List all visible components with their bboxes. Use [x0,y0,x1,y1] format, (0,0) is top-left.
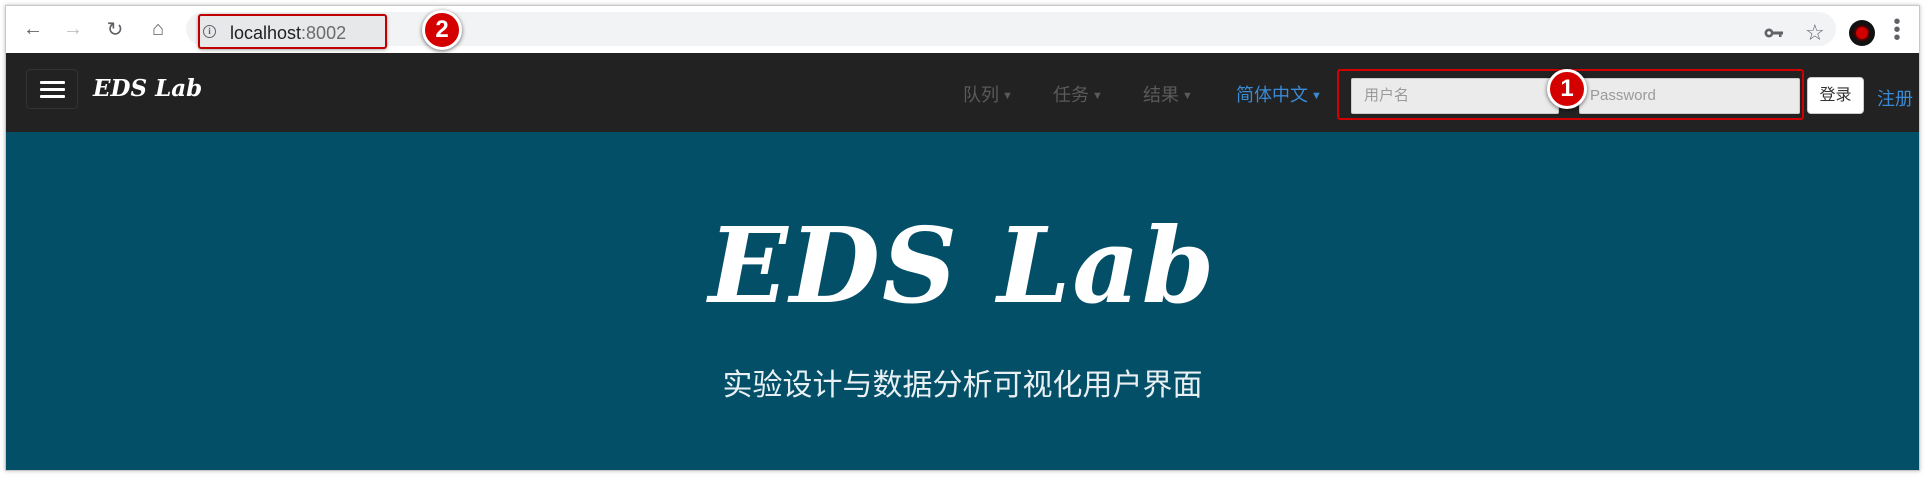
info-icon[interactable]: i [203,25,216,38]
caret-down-icon: ▼ [1002,90,1013,103]
browser-toolbar: ← → ↻ ⌂ i localhost:8002 2 ☆ • • • [6,6,1919,54]
navbar: EDS Lab 队列 ▼ 任务 ▼ 结果 ▼ 简体中文 ▼ 用户名 Password 1… [6,53,1919,133]
avatar[interactable] [1849,20,1875,46]
key-icon[interactable] [1764,24,1784,45]
hero-banner: EDS Lab 实验设计与数据分析可视化用户界面 [6,132,1919,470]
caret-down-icon: ▼ [1182,90,1193,103]
language-selector[interactable]: 简体中文 ▼ [1236,81,1322,107]
login-button[interactable]: 登录 [1807,77,1864,114]
nav-item-label: 队列 [963,85,999,105]
nav-item-queue[interactable]: 队列 ▼ [963,81,1013,107]
url-text[interactable]: localhost:8002 [230,23,346,44]
caret-down-icon: ▼ [1092,90,1103,103]
password-field[interactable]: Password [1579,78,1800,114]
nav-item-label: 结果 [1143,85,1179,105]
register-link[interactable]: 注册 [1877,85,1913,111]
brand-logo[interactable]: EDS Lab [93,75,202,102]
language-label: 简体中文 [1236,85,1308,105]
annotation-marker-2: 2 [422,10,462,50]
forward-icon[interactable]: → [60,16,86,42]
url-port: :8002 [301,23,347,43]
hamburger-icon[interactable] [26,69,78,109]
hero-subtitle: 实验设计与数据分析可视化用户界面 [722,369,1203,402]
annotation-marker-1: 1 [1547,69,1587,109]
username-field[interactable]: 用户名 [1351,78,1559,114]
caret-down-icon: ▼ [1311,90,1322,103]
nav-item-label: 任务 [1053,85,1089,105]
kebab-menu-icon[interactable]: • • • [1892,12,1902,48]
nav-item-results[interactable]: 结果 ▼ [1143,81,1193,107]
reload-icon[interactable]: ↻ [102,16,128,42]
url-host: localhost [230,23,302,43]
home-icon[interactable]: ⌂ [145,16,171,42]
nav-item-tasks[interactable]: 任务 ▼ [1053,81,1103,107]
back-icon[interactable]: ← [20,16,46,42]
browser-window: ← → ↻ ⌂ i localhost:8002 2 ☆ • • • EDS Lab… [5,5,1920,471]
hero-title: EDS Lab [708,204,1217,327]
star-icon[interactable]: ☆ [1805,20,1825,46]
